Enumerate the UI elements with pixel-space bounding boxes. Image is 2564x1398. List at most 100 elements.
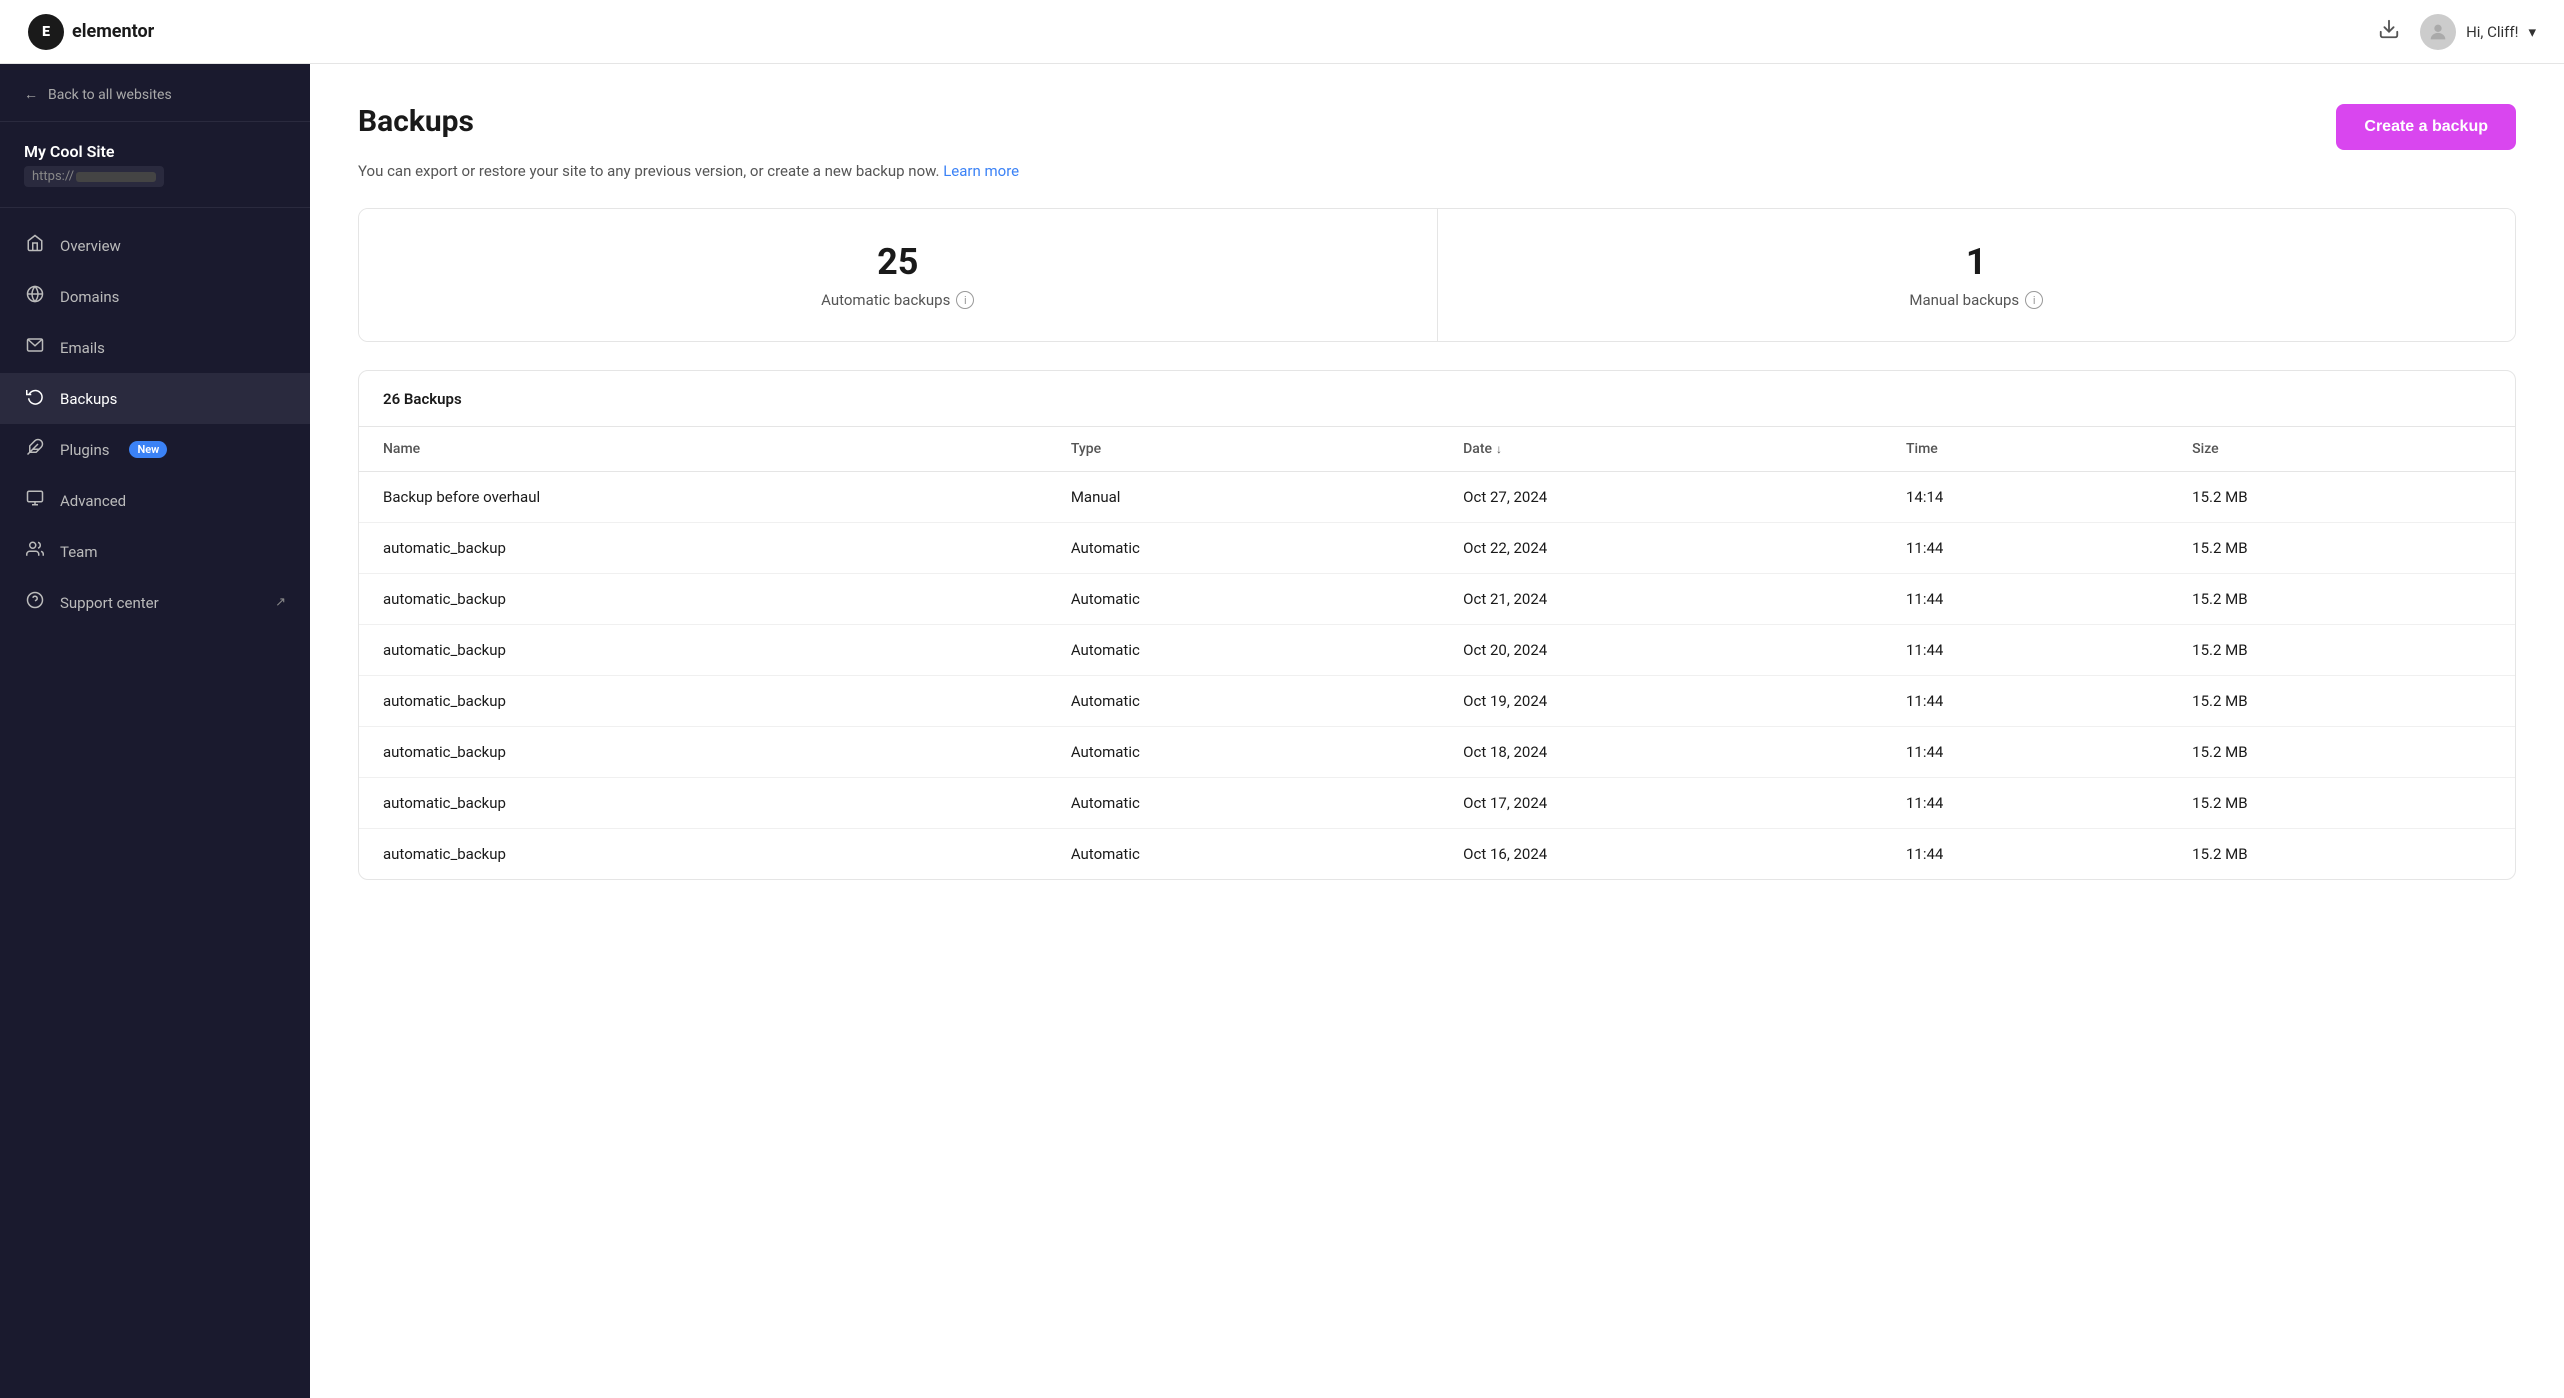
col-name: Name (359, 427, 1047, 472)
main-content: Backups Create a backup You can export o… (310, 64, 2564, 1398)
backup-date: Oct 18, 2024 (1439, 727, 1882, 778)
avatar (2420, 14, 2456, 50)
logo-icon: E (28, 14, 64, 50)
site-url: https:// (24, 166, 164, 187)
sidebar-item-overview[interactable]: Overview (0, 220, 310, 271)
sidebar-item-advanced-label: Advanced (60, 492, 126, 510)
backup-type: Automatic (1047, 676, 1439, 727)
mail-icon (24, 336, 46, 359)
back-to-websites[interactable]: ← Back to all websites (0, 64, 310, 122)
table-row[interactable]: automatic_backup Automatic Oct 20, 2024 … (359, 625, 2515, 676)
col-size: Size (2168, 427, 2515, 472)
backup-name: automatic_backup (359, 727, 1047, 778)
backup-name: automatic_backup (359, 778, 1047, 829)
download-icon[interactable] (2378, 18, 2400, 45)
backup-size: 15.2 MB (2168, 778, 2515, 829)
backup-type: Automatic (1047, 574, 1439, 625)
backup-date: Oct 19, 2024 (1439, 676, 1882, 727)
backup-size: 15.2 MB (2168, 829, 2515, 880)
learn-more-link[interactable]: Learn more (943, 162, 1019, 180)
manual-info-icon[interactable]: i (2025, 291, 2043, 309)
page-header: Backups Create a backup (358, 104, 2516, 150)
external-link-icon: ↗ (275, 595, 286, 610)
team-icon (24, 540, 46, 563)
sidebar-item-emails[interactable]: Emails (0, 322, 310, 373)
backup-date: Oct 16, 2024 (1439, 829, 1882, 880)
sidebar-item-domains-label: Domains (60, 288, 119, 306)
plugin-icon (24, 438, 46, 461)
table-row[interactable]: automatic_backup Automatic Oct 19, 2024 … (359, 676, 2515, 727)
backup-name: automatic_backup (359, 676, 1047, 727)
sidebar-nav: Overview Domains Emails Backups (0, 208, 310, 1378)
automatic-count: 25 (383, 241, 1413, 283)
arrow-left-icon: ← (24, 86, 38, 103)
backup-name: automatic_backup (359, 523, 1047, 574)
backup-type: Automatic (1047, 523, 1439, 574)
table-row[interactable]: automatic_backup Automatic Oct 17, 2024 … (359, 778, 2515, 829)
site-name: My Cool Site (24, 142, 286, 161)
backup-name: automatic_backup (359, 829, 1047, 880)
backup-name: automatic_backup (359, 625, 1047, 676)
topbar: E elementor Hi, Cliff! ▾ (0, 0, 2564, 64)
table-row[interactable]: automatic_backup Automatic Oct 22, 2024 … (359, 523, 2515, 574)
manual-count: 1 (1462, 241, 2492, 283)
backup-time: 11:44 (1882, 778, 2168, 829)
stat-automatic: 25 Automatic backups i (359, 209, 1438, 341)
sidebar-item-emails-label: Emails (60, 339, 105, 357)
user-greeting: Hi, Cliff! (2466, 23, 2518, 41)
backup-date: Oct 21, 2024 (1439, 574, 1882, 625)
chevron-down-icon: ▾ (2528, 23, 2536, 41)
automatic-info-icon[interactable]: i (956, 291, 974, 309)
sidebar-item-support[interactable]: Support center ↗ (0, 577, 310, 628)
backup-date: Oct 20, 2024 (1439, 625, 1882, 676)
col-time: Time (1882, 427, 2168, 472)
sidebar-item-support-label: Support center (60, 594, 159, 612)
backup-date: Oct 27, 2024 (1439, 472, 1882, 523)
backup-size: 15.2 MB (2168, 472, 2515, 523)
logo[interactable]: E elementor (28, 14, 154, 50)
sidebar-item-backups-label: Backups (60, 390, 117, 408)
page-title: Backups (358, 104, 474, 139)
layout: ← Back to all websites My Cool Site http… (0, 64, 2564, 1398)
sidebar-item-domains[interactable]: Domains (0, 271, 310, 322)
create-backup-button[interactable]: Create a backup (2336, 104, 2516, 150)
table-row[interactable]: automatic_backup Automatic Oct 21, 2024 … (359, 574, 2515, 625)
table-row[interactable]: Backup before overhaul Manual Oct 27, 20… (359, 472, 2515, 523)
backup-size: 15.2 MB (2168, 676, 2515, 727)
backup-time: 11:44 (1882, 574, 2168, 625)
sidebar-item-plugins[interactable]: Plugins New (0, 424, 310, 475)
sidebar-item-team-label: Team (60, 543, 98, 561)
backup-size: 15.2 MB (2168, 727, 2515, 778)
sort-icon[interactable]: ↓ (1496, 442, 1502, 456)
home-icon (24, 234, 46, 257)
automatic-label: Automatic backups i (383, 291, 1413, 309)
sidebar-item-advanced[interactable]: Advanced (0, 475, 310, 526)
backups-header: 26 Backups (359, 371, 2515, 427)
globe-icon (24, 285, 46, 308)
stats-row: 25 Automatic backups i 1 Manual backups … (358, 208, 2516, 342)
backups-table: Name Type Date ↓ Time Size Backup (359, 427, 2515, 879)
plugins-new-badge: New (129, 441, 167, 458)
backups-count: 26 Backups (383, 390, 462, 408)
backup-type: Manual (1047, 472, 1439, 523)
manual-label: Manual backups i (1462, 291, 2492, 309)
backup-time: 14:14 (1882, 472, 2168, 523)
backup-time: 11:44 (1882, 829, 2168, 880)
backup-size: 15.2 MB (2168, 523, 2515, 574)
backup-size: 15.2 MB (2168, 625, 2515, 676)
backup-date: Oct 22, 2024 (1439, 523, 1882, 574)
backup-type: Automatic (1047, 727, 1439, 778)
backup-date: Oct 17, 2024 (1439, 778, 1882, 829)
sidebar-item-overview-label: Overview (60, 237, 121, 255)
user-menu[interactable]: Hi, Cliff! ▾ (2420, 14, 2536, 50)
stat-manual: 1 Manual backups i (1438, 209, 2516, 341)
backup-time: 11:44 (1882, 676, 2168, 727)
sidebar-item-team[interactable]: Team (0, 526, 310, 577)
support-icon (24, 591, 46, 614)
logo-text: elementor (72, 21, 154, 42)
backups-section: 26 Backups Name Type Date ↓ Time (358, 370, 2516, 880)
table-row[interactable]: automatic_backup Automatic Oct 18, 2024 … (359, 727, 2515, 778)
sidebar-item-backups[interactable]: Backups (0, 373, 310, 424)
backup-time: 11:44 (1882, 523, 2168, 574)
table-row[interactable]: automatic_backup Automatic Oct 16, 2024 … (359, 829, 2515, 880)
